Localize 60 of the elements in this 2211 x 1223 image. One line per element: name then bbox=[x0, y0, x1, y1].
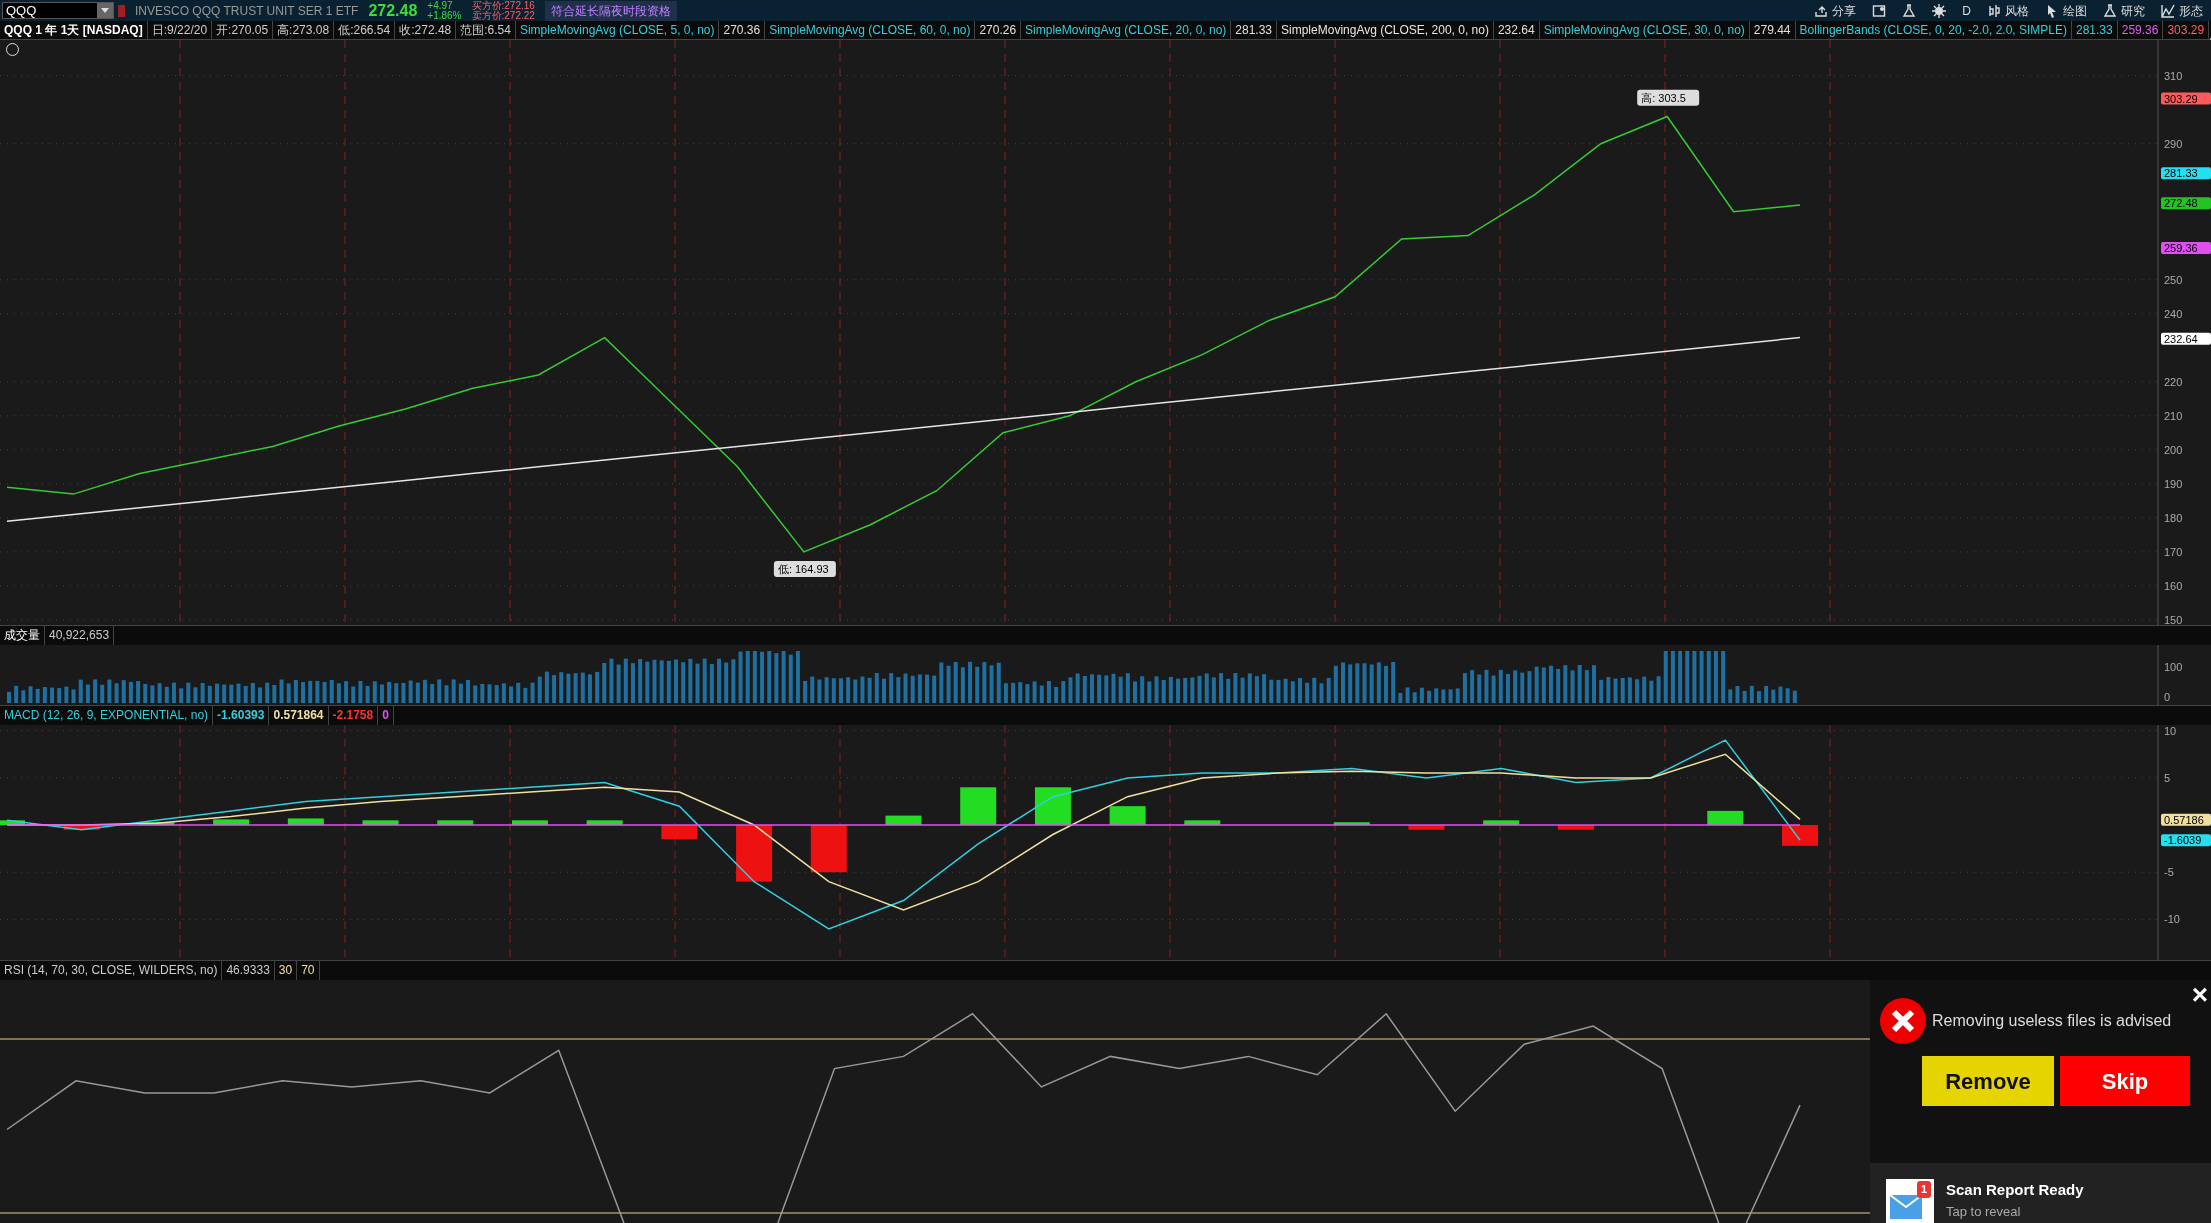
value-tag: -1.6039 bbox=[2161, 834, 2211, 847]
price-tag: 272.48 bbox=[2161, 197, 2211, 210]
axis-tick-label: 210 bbox=[2164, 409, 2183, 422]
axis-tick-label: 240 bbox=[2164, 307, 2183, 320]
notification-subtitle: Tap to reveal bbox=[1946, 1202, 2022, 1221]
popup-message: Removing useless files is advised bbox=[1932, 1011, 2172, 1031]
price-tag: 281.33 bbox=[2161, 167, 2211, 180]
annotation: 高: 303.5 bbox=[1641, 91, 1686, 104]
price-tag: 259.36 bbox=[2161, 241, 2211, 254]
axis-tick-label: 150 bbox=[2164, 613, 2183, 625]
net-change: +4.97 bbox=[427, 0, 454, 11]
notification-title: Scan Report Ready bbox=[1946, 1180, 2084, 1200]
price-callout: 高: 303.5 bbox=[1637, 89, 1700, 106]
study-value: 270.26 bbox=[975, 20, 1022, 40]
value-tag: 0.57186 bbox=[2161, 813, 2211, 826]
axis-tick-label: 290 bbox=[2164, 137, 2183, 150]
axis-tick-label: 220 bbox=[2164, 375, 2183, 388]
chart-title: QQQ 1 年 1天 [NASDAQ] bbox=[0, 20, 148, 40]
study-label: SimpleMovingAvg (CLOSE, 5, 0, no) bbox=[515, 20, 720, 40]
quote-field: 范围:6.54 bbox=[456, 20, 516, 40]
axis-tick-label: 100 bbox=[2164, 661, 2183, 673]
axis-tick-label: 200 bbox=[2164, 443, 2183, 456]
study-value: 259.36 bbox=[2117, 20, 2164, 40]
quote-field: 收:272.48 bbox=[395, 20, 457, 40]
annotation: 低: 164.93 bbox=[777, 563, 829, 576]
price-tag: 232.64 bbox=[2161, 332, 2211, 345]
axis-tick-label: 310 bbox=[2164, 69, 2183, 82]
last-price: 272.48 bbox=[368, 0, 418, 21]
price-tag: 303.29 bbox=[2161, 92, 2211, 105]
study-value: 281.33 bbox=[1231, 20, 1278, 40]
axis-tick-label: 0 bbox=[2164, 691, 2171, 703]
study-label: SimpleMovingAvg (CLOSE, 20, 0, no) bbox=[1021, 20, 1232, 40]
axis-tick-label: 5 bbox=[2164, 771, 2171, 784]
study-value: 270.36 bbox=[719, 20, 766, 40]
study-label: SimpleMovingAvg (CLOSE, 30, 0, no) bbox=[1539, 20, 1750, 40]
study-label: SimpleMovingAvg (CLOSE, 200, 0, no) bbox=[1277, 20, 1494, 40]
percent-change: +1.86% bbox=[427, 10, 462, 21]
study-value: 279.44 bbox=[1749, 20, 1796, 40]
ask-price: 卖方价:272.22 bbox=[471, 10, 535, 21]
study-value: 281.33 bbox=[2072, 20, 2118, 40]
axis-tick-label: 190 bbox=[2164, 477, 2183, 490]
quote-field: 低:266.54 bbox=[334, 20, 396, 40]
axis-tick-label: 180 bbox=[2164, 511, 2183, 524]
axis-tick-label: 250 bbox=[2164, 273, 2183, 286]
security-description: INVESCO QQQ TRUST UNIT SER 1 ETF bbox=[135, 2, 359, 20]
axis-tick-label: -10 bbox=[2164, 913, 2180, 926]
price-callout: 低: 164.93 bbox=[773, 561, 836, 578]
study-value: 232.64 bbox=[1493, 20, 1540, 40]
extended-hours-badge: 符合延长隔夜时段资格 bbox=[544, 0, 677, 21]
axis-tick-label: 160 bbox=[2164, 579, 2183, 592]
bid-price: 买方价:272.16 bbox=[471, 0, 535, 11]
axis-tick-label: 170 bbox=[2164, 545, 2183, 558]
quote-field: 高:273.08 bbox=[273, 20, 335, 40]
study-value: 303.29 bbox=[2163, 20, 2210, 40]
study-label: BollingerBands (CLOSE, 0, 20, -2.0, 2.0, SIMPLE) bbox=[1795, 20, 2072, 40]
quote-field: 日:9/22/20 bbox=[147, 20, 213, 40]
axis-tick-label: -5 bbox=[2164, 866, 2174, 879]
study-label: SimpleMovingAvg (CLOSE, 60, 0, no) bbox=[765, 20, 976, 40]
axis-tick-label: 10 bbox=[2164, 725, 2177, 737]
quote-field: 开:270.05 bbox=[212, 20, 274, 40]
